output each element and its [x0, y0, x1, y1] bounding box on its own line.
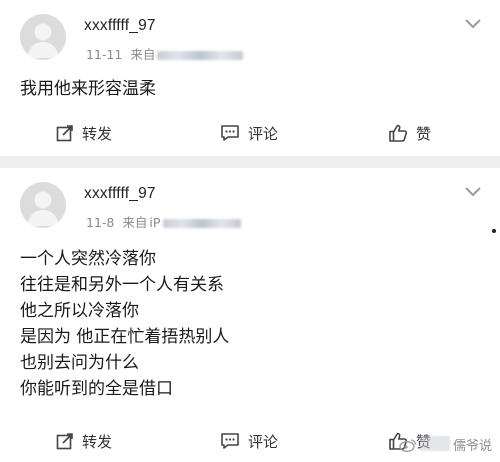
comment-icon [221, 125, 239, 141]
repost-label: 转发 [82, 432, 113, 451]
chevron-down-icon[interactable] [464, 186, 482, 198]
weibo-post-2: xxxfffff_97 11-8 来自 iP 一个人突然冷落你 往往是和另外一个人有… [0, 168, 500, 462]
source-partial: iP [149, 215, 161, 230]
content-line: 也别去问为什么 [20, 353, 139, 373]
post-date: 11-11 [86, 47, 123, 62]
like-button[interactable]: 赞 [388, 120, 431, 146]
scroll-indicator [492, 229, 496, 233]
action-bar: 转发 评论 赞 [0, 120, 500, 146]
blurred-source [157, 51, 244, 60]
post-content: 一个人突然冷落你 往往是和另外一个人有关系 他之所以冷落你 是因为 他正在忙着捂… [20, 246, 229, 402]
content-line: 我用他来形容温柔 [20, 79, 156, 99]
avatar-placeholder [27, 23, 59, 58]
thumbs-up-icon [389, 124, 408, 142]
post-separator [0, 156, 500, 168]
avatar[interactable] [20, 14, 66, 60]
username[interactable]: xxxfffff_97 [84, 17, 156, 35]
avatar[interactable] [20, 182, 66, 228]
comment-button[interactable]: 评论 [220, 428, 278, 454]
post-meta: 11-11 来自 [86, 44, 244, 63]
source-prefix: 来自 [130, 47, 156, 62]
comment-label: 评论 [248, 432, 279, 451]
like-label: 赞 [416, 124, 432, 143]
chevron-down-icon[interactable] [464, 18, 482, 30]
repost-button[interactable]: 转发 [56, 120, 112, 146]
post-content: 我用他来形容温柔 [20, 76, 156, 102]
watermark: ▒▒▒ 儒爷说 [399, 435, 492, 454]
comment-icon [221, 433, 239, 449]
watermark-blur: ▒▒▒ [419, 437, 450, 452]
repost-label: 转发 [82, 124, 113, 143]
source-prefix: 来自 [122, 215, 148, 230]
weibo-logo-icon [399, 438, 417, 452]
username[interactable]: xxxfffff_97 [84, 185, 156, 203]
weibo-post-1: xxxfffff_97 11-11 来自 我用他来形容温柔 转发 评论 赞 [0, 0, 500, 156]
post-date: 11-8 [86, 215, 115, 230]
repost-icon [56, 433, 73, 450]
content-line: 一个人突然冷落你 [20, 249, 156, 269]
repost-button[interactable]: 转发 [56, 428, 112, 454]
comment-button[interactable]: 评论 [220, 120, 278, 146]
comment-label: 评论 [248, 124, 279, 143]
avatar-placeholder [27, 191, 59, 226]
blurred-source [163, 219, 242, 228]
content-line: 他之所以冷落你 [20, 301, 139, 321]
content-line: 往往是和另外一个人有关系 [20, 275, 224, 295]
content-line: 你能听到的全是借口 [20, 379, 173, 399]
content-line: 是因为 他正在忙着捂热别人 [20, 327, 230, 347]
post-meta: 11-8 来自 iP [86, 212, 242, 231]
watermark-text: 儒爷说 [452, 439, 492, 454]
repost-icon [56, 125, 73, 142]
